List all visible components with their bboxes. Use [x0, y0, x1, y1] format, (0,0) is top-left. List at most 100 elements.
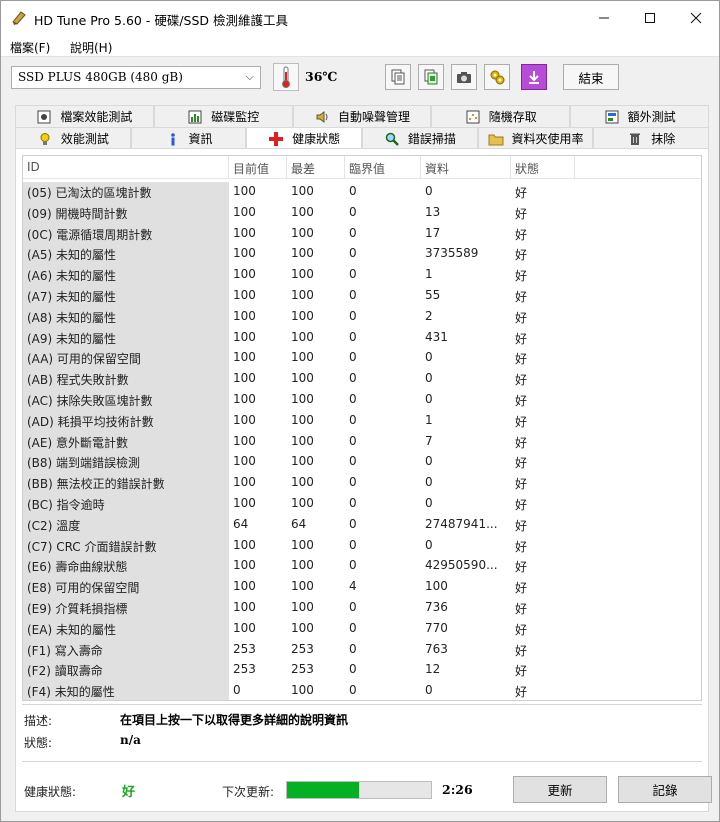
tab-erase[interactable]: 抹除 [593, 127, 710, 149]
raw-data-cell: 0 [425, 537, 433, 552]
tab-file-benchmark[interactable]: 檔案效能測試 [15, 105, 154, 127]
table-row[interactable]: (AB) 程式失敗計數 100 100 0 0 好 [23, 369, 701, 390]
exit-button[interactable]: 結束 [563, 64, 619, 90]
attribute-id-cell: (B8) 端到端錯誤檢測 [23, 452, 229, 474]
worst-value-cell: 100 [291, 329, 314, 344]
status-value-cell: 好 [515, 289, 528, 304]
table-row[interactable]: (E8) 可用的保留空間 100 100 4 100 好 [23, 577, 701, 598]
worst-value-cell: 100 [291, 225, 314, 240]
minimize-button[interactable] [581, 1, 627, 35]
worst-value-cell: 100 [291, 433, 314, 448]
trash-icon [627, 131, 643, 147]
status-value-cell: 好 [515, 310, 528, 325]
update-button[interactable]: 更新 [513, 776, 607, 803]
worst-value-cell: 100 [291, 371, 314, 386]
attribute-id-cell: (A7) 未知的屬性 [23, 285, 229, 307]
worst-value-cell: 100 [291, 620, 314, 635]
current-value-cell: 100 [233, 267, 256, 282]
column-header-id[interactable]: ID [23, 156, 229, 179]
column-header-current[interactable]: 目前值 [229, 156, 287, 179]
table-row[interactable]: (05) 已淘汰的區塊計數 100 100 0 0 好 [23, 182, 701, 203]
smart-table[interactable]: ID 目前值 最差 臨界值 資料 狀態 (05) 已淘汰的區塊計數 100 100 0… [22, 155, 702, 701]
table-row[interactable]: (A9) 未知的屬性 100 100 0 431 好 [23, 327, 701, 349]
status-value-cell: 好 [515, 497, 528, 512]
file-benchmark-icon [36, 109, 52, 125]
current-value-cell: 100 [233, 350, 256, 365]
health-status-value: 好 [122, 785, 136, 800]
table-row[interactable]: (F1) 寫入壽命 253 253 0 763 好 [23, 639, 701, 661]
status-value-cell: 好 [515, 186, 528, 200]
table-row[interactable]: (F2) 讀取壽命 253 253 0 12 好 [23, 660, 701, 682]
worst-value-cell: 100 [291, 204, 314, 219]
menu-file[interactable]: 檔案(F) [10, 39, 50, 56]
table-row[interactable]: (E6) 壽命曲線狀態 100 100 0 42950590... 好 [23, 556, 701, 578]
table-row[interactable]: (AD) 耗損平均技術計數 100 100 0 1 好 [23, 410, 701, 432]
attribute-id-cell: (AE) 意外斷電計數 [23, 431, 229, 453]
worst-value-cell: 100 [291, 412, 314, 427]
status-value-cell: 好 [515, 393, 528, 408]
tab-label: 額外測試 [627, 110, 676, 124]
magnifier-icon [384, 131, 400, 147]
table-row[interactable]: (EA) 未知的屬性 100 100 0 770 好 [23, 618, 701, 640]
status-value-cell: 好 [515, 539, 528, 554]
table-row[interactable]: (09) 開機時間計數 100 100 0 13 好 [23, 202, 701, 224]
current-value-cell: 100 [233, 329, 256, 344]
tab-info[interactable]: 資訊 [130, 127, 247, 149]
drive-select[interactable]: SSD PLUS 480GB (480 gB) ⌵ [11, 66, 261, 89]
column-header-data[interactable]: 資料 [421, 156, 511, 179]
save-button[interactable] [521, 64, 547, 90]
table-row[interactable]: (A8) 未知的屬性 100 100 0 2 好 [23, 306, 701, 328]
screenshot-button[interactable] [451, 64, 477, 90]
table-row[interactable]: (C2) 溫度 64 64 0 27487941... 好 [23, 514, 701, 536]
table-row[interactable]: (BC) 指令逾時 100 100 0 0 好 [23, 493, 701, 515]
tab-benchmark[interactable]: 效能測試 [15, 127, 131, 149]
current-value-cell: 100 [233, 558, 256, 573]
title-bar: HD Tune Pro 5.60 - 硬碟/SSD 檢測維護工具 [1, 1, 719, 35]
worst-value-cell: 100 [291, 495, 314, 510]
table-row[interactable]: (0C) 電源循環周期計數 100 100 0 17 好 [23, 223, 701, 245]
table-row[interactable]: (A6) 未知的屬性 100 100 0 1 好 [23, 265, 701, 286]
raw-data-cell: 3735589 [425, 246, 479, 261]
table-row[interactable]: (C7) CRC 介面錯誤計數 100 100 0 0 好 [23, 535, 701, 557]
table-row[interactable]: (B8) 端到端錯誤檢測 100 100 0 0 好 [23, 452, 701, 474]
column-header-status[interactable]: 狀態 [511, 156, 575, 179]
tab-random-access[interactable]: 隨機存取 [431, 105, 571, 127]
tab-folder-usage[interactable]: 資料夾使用率 [477, 127, 594, 149]
log-button[interactable]: 記錄 [618, 776, 712, 803]
table-row[interactable]: (A7) 未知的屬性 100 100 0 55 好 [23, 285, 701, 307]
tab-health[interactable]: 健康狀態 [246, 127, 363, 149]
attribute-id-cell: (E6) 壽命曲線狀態 [23, 556, 229, 578]
column-header-worst[interactable]: 最差 [287, 156, 345, 179]
thermometer-button[interactable] [273, 63, 299, 91]
tab-disk-monitor[interactable]: 磁碟監控 [153, 105, 293, 127]
threshold-value-cell: 0 [349, 225, 357, 240]
threshold-value-cell: 0 [349, 454, 357, 469]
worst-value-cell: 100 [291, 579, 314, 594]
attribute-id-cell: (BC) 指令逾時 [23, 493, 229, 515]
raw-data-cell: 763 [425, 641, 448, 656]
attribute-id-cell: (BB) 無法校正的錯誤計數 [23, 473, 229, 494]
tab-error-scan[interactable]: 錯誤掃描 [362, 127, 478, 149]
table-row[interactable]: (A5) 未知的屬性 100 100 0 3735589 好 [23, 244, 701, 266]
maximize-button[interactable] [627, 1, 673, 35]
table-row[interactable]: (E9) 介質耗損指標 100 100 0 736 好 [23, 597, 701, 619]
table-row[interactable]: (AA) 可用的保留空間 100 100 0 0 好 [23, 348, 701, 370]
copy-screen-button[interactable] [418, 64, 444, 90]
close-button[interactable] [673, 1, 719, 35]
copy-text-button[interactable] [385, 64, 411, 90]
table-row[interactable]: (BB) 無法校正的錯誤計數 100 100 0 0 好 [23, 473, 701, 494]
table-row[interactable]: (AC) 抹除失敗區塊計數 100 100 0 0 好 [23, 389, 701, 411]
raw-data-cell: 42950590... [425, 558, 498, 573]
tab-label: 效能測試 [60, 132, 109, 146]
attribute-id-cell: (09) 開機時間計數 [23, 202, 229, 224]
current-value-cell: 100 [233, 412, 256, 427]
tab-extra-tests[interactable]: 額外測試 [570, 105, 709, 127]
attribute-id-cell: (AB) 程式失敗計數 [23, 369, 229, 390]
options-button[interactable] [484, 64, 510, 90]
tab-noise-management[interactable]: 自動噪聲管理 [292, 105, 432, 127]
table-row[interactable]: (AE) 意外斷電計數 100 100 0 7 好 [23, 431, 701, 453]
menu-help[interactable]: 說明(H) [70, 39, 112, 56]
column-header-threshold[interactable]: 臨界值 [345, 156, 421, 179]
raw-data-cell: 17 [425, 225, 441, 240]
table-row[interactable]: (F4) 未知的屬性 0 100 0 0 好 [23, 681, 701, 700]
